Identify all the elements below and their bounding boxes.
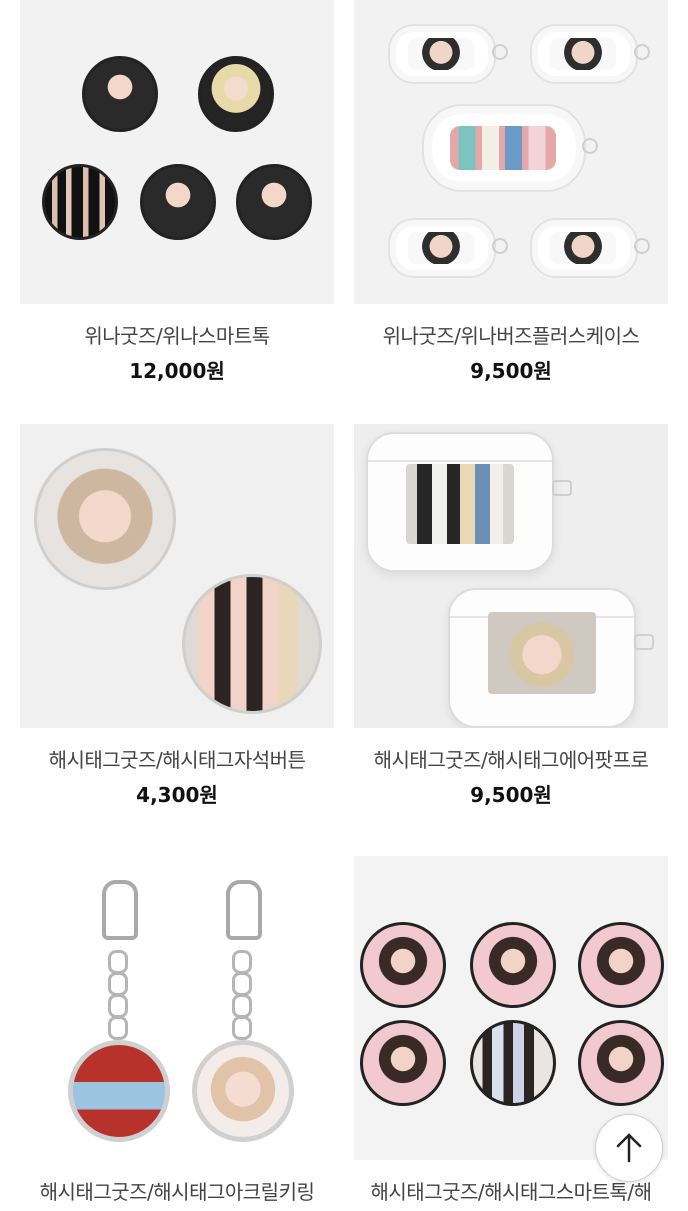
case-hook xyxy=(582,138,598,154)
product-price: 12,000원 xyxy=(129,359,225,383)
smarttok-photo xyxy=(360,1020,446,1106)
smarttok-photo xyxy=(82,56,158,132)
smarttok-photo xyxy=(140,164,216,240)
product-name[interactable]: 해시태그굿즈/해시태그자석버튼 xyxy=(20,744,334,773)
clasp-icon xyxy=(226,880,262,940)
product-image[interactable] xyxy=(354,424,668,728)
smarttok-photo xyxy=(236,164,312,240)
case-hook xyxy=(492,44,508,60)
case-photo xyxy=(388,218,496,278)
smarttok-photo xyxy=(360,922,446,1008)
button-photo xyxy=(34,448,176,590)
case-hook xyxy=(634,44,650,60)
product-card[interactable]: 위나굿즈/위나버즈플러스케이스 9,500원 xyxy=(354,0,668,384)
keyring-photo xyxy=(192,1040,294,1142)
product-card[interactable]: 해시태그굿즈/해시태그아크릴키링 xyxy=(20,856,334,1211)
product-image[interactable] xyxy=(354,0,668,304)
case-hook xyxy=(552,480,572,496)
product-name[interactable]: 해시태그굿즈/해시태그에어팟프로 xyxy=(354,744,668,773)
smarttok-photo xyxy=(42,164,118,240)
case-photo xyxy=(422,104,586,192)
case-hook xyxy=(634,238,650,254)
product-price: 4,300원 xyxy=(136,783,218,807)
case-window xyxy=(488,612,596,694)
airpods-case xyxy=(366,432,554,572)
airpods-case xyxy=(448,588,636,728)
product-card[interactable]: 해시태그굿즈/해시태그자석버튼 4,300원 xyxy=(20,424,334,808)
smarttok-photo xyxy=(578,922,664,1008)
smarttok-photo xyxy=(470,1020,556,1106)
smarttok-photo xyxy=(578,1020,664,1106)
product-image[interactable] xyxy=(20,0,334,304)
case-photo xyxy=(530,218,638,278)
scroll-top-button[interactable] xyxy=(595,1114,663,1182)
product-price: 9,500원 xyxy=(470,783,552,807)
product-image[interactable] xyxy=(20,856,334,1160)
product-name[interactable]: 위나굿즈/위나스마트톡 xyxy=(20,320,334,349)
keyring-photo xyxy=(68,1040,170,1142)
case-photo xyxy=(388,24,496,84)
product-image[interactable] xyxy=(20,424,334,728)
clasp-icon xyxy=(102,880,138,940)
case-hook xyxy=(634,634,654,650)
product-price: 9,500원 xyxy=(470,359,552,383)
smarttok-photo xyxy=(470,922,556,1008)
product-card[interactable]: 해시태그굿즈/해시태그에어팟프로 9,500원 xyxy=(354,424,668,808)
product-name[interactable]: 해시태그굿즈/해시태그아크릴키링 xyxy=(20,1176,334,1205)
case-photo xyxy=(530,24,638,84)
case-hook xyxy=(492,238,508,254)
case-window xyxy=(406,464,514,544)
arrow-up-icon xyxy=(616,1133,642,1163)
button-photo xyxy=(182,574,322,714)
product-name[interactable]: 위나굿즈/위나버즈플러스케이스 xyxy=(354,320,668,349)
product-card[interactable]: 위나굿즈/위나스마트톡 12,000원 xyxy=(20,0,334,384)
smarttok-photo xyxy=(198,56,274,132)
